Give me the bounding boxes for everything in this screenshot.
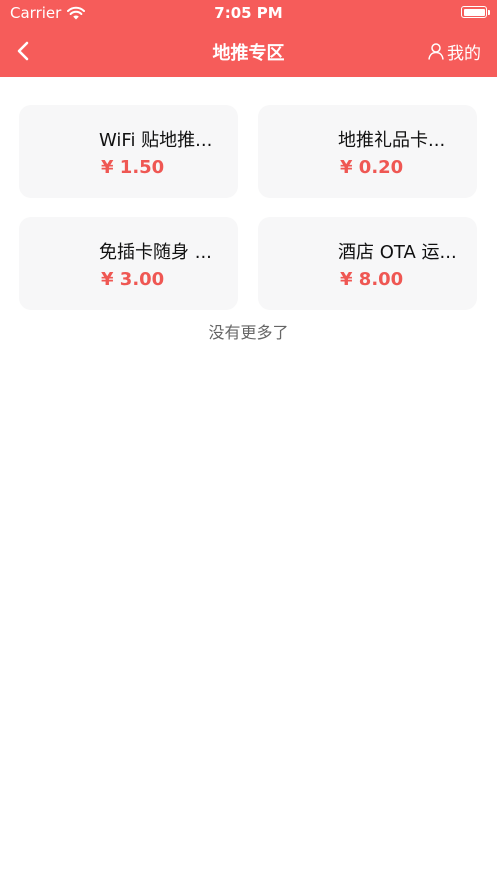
product-card[interactable]: 地推礼品卡... ¥ 0.20: [258, 105, 477, 198]
no-more-text: 没有更多了: [208, 323, 289, 342]
mine-button[interactable]: 我的: [428, 39, 481, 64]
chevron-left-icon: [17, 41, 29, 61]
mine-label: 我的: [447, 44, 481, 64]
product-card[interactable]: 免插卡随身 ... ¥ 3.00: [19, 217, 238, 310]
battery-level: [463, 8, 485, 16]
product-price: ¥ 3.00: [101, 269, 165, 290]
page-title: 地推专区: [212, 43, 285, 64]
product-name: 酒店 OTA 运...: [338, 242, 457, 263]
product-card[interactable]: 酒店 OTA 运... ¥ 8.00: [258, 217, 477, 310]
product-name: 地推礼品卡...: [338, 130, 446, 151]
product-card[interactable]: WiFi 贴地推... ¥ 1.50: [19, 105, 238, 198]
product-price: ¥ 1.50: [101, 157, 165, 178]
nav-bar: 地推专区 我的: [0, 26, 497, 77]
user-icon: [428, 43, 444, 60]
status-bar: Carrier 7:05 PM: [0, 0, 497, 26]
header: Carrier 7:05 PM 地推专区 我的: [0, 0, 497, 77]
product-price: ¥ 0.20: [340, 157, 404, 178]
product-price: ¥ 8.00: [340, 269, 404, 290]
product-grid: WiFi 贴地推... ¥ 1.50 地推礼品卡... ¥ 0.20 免插卡随身…: [19, 105, 477, 310]
back-button[interactable]: [8, 36, 38, 66]
product-name: WiFi 贴地推...: [99, 130, 213, 151]
status-time: 7:05 PM: [214, 4, 283, 22]
battery-icon: [461, 6, 490, 18]
product-name: 免插卡随身 ...: [99, 242, 212, 263]
